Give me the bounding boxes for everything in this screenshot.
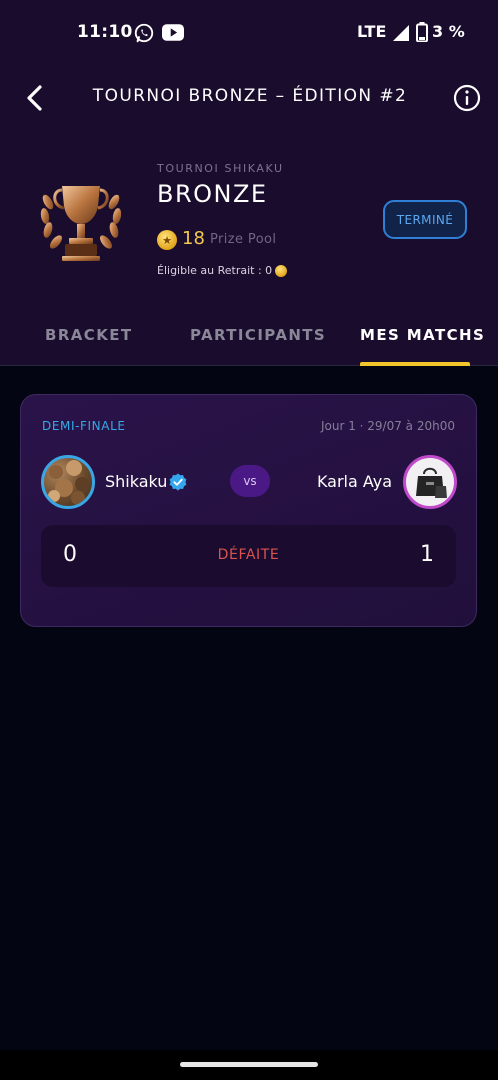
status-bar: 11:10 LTE 3 % (0, 0, 498, 64)
player2-name: Karla Aya (316, 472, 392, 491)
prize-pool-label: Prize Pool (210, 232, 277, 247)
youtube-icon (162, 24, 184, 41)
tab-bar: BRACKET PARTICIPANTS MES MATCHS (0, 306, 498, 366)
tab-bracket[interactable]: BRACKET (45, 326, 133, 344)
player1-avatar (41, 455, 95, 509)
verified-badge-icon (169, 473, 187, 491)
tournament-tier: BRONZE (157, 180, 268, 208)
active-tab-indicator (360, 362, 470, 366)
tab-my-matches[interactable]: MES MATCHS (360, 326, 485, 344)
trophy-icon (40, 186, 122, 261)
battery-level: 3 % (432, 22, 465, 41)
back-button[interactable] (20, 82, 52, 114)
match-card[interactable]: DEMI-FINALE Jour 1 · 29/07 à 20h00 Shika… (20, 394, 477, 627)
star-coin-icon: ★ (157, 230, 177, 250)
home-gesture-handle[interactable] (180, 1062, 318, 1067)
page-title: TOURNOI BRONZE – ÉDITION #2 (92, 86, 408, 106)
signal-icon (393, 25, 409, 41)
player2-score: 1 (420, 542, 434, 567)
player1-name: Shikaku (105, 472, 168, 491)
tournament-subtitle: TOURNOI SHIKAKU (157, 162, 284, 175)
tab-participants[interactable]: PARTICIPANTS (190, 326, 326, 344)
match-date: Jour 1 · 29/07 à 20h00 (320, 419, 455, 433)
match-round: DEMI-FINALE (42, 419, 126, 433)
network-type: LTE (357, 22, 387, 41)
whatsapp-icon (134, 23, 154, 43)
tournament-status-badge: TERMINÉ (383, 200, 467, 239)
status-time: 11:10 (77, 22, 133, 42)
coin-icon (275, 265, 287, 277)
score-box: 0 DÉFAITE 1 (41, 525, 456, 587)
vs-badge: vs (230, 465, 270, 497)
match-result: DÉFAITE (217, 547, 280, 563)
battery-icon (416, 22, 428, 42)
player2-avatar (403, 455, 457, 509)
info-icon[interactable] (452, 83, 482, 113)
withdrawal-eligibility: Éligible au Retrait : 0 (157, 264, 273, 277)
prize-pool-value: 18 (182, 228, 205, 249)
